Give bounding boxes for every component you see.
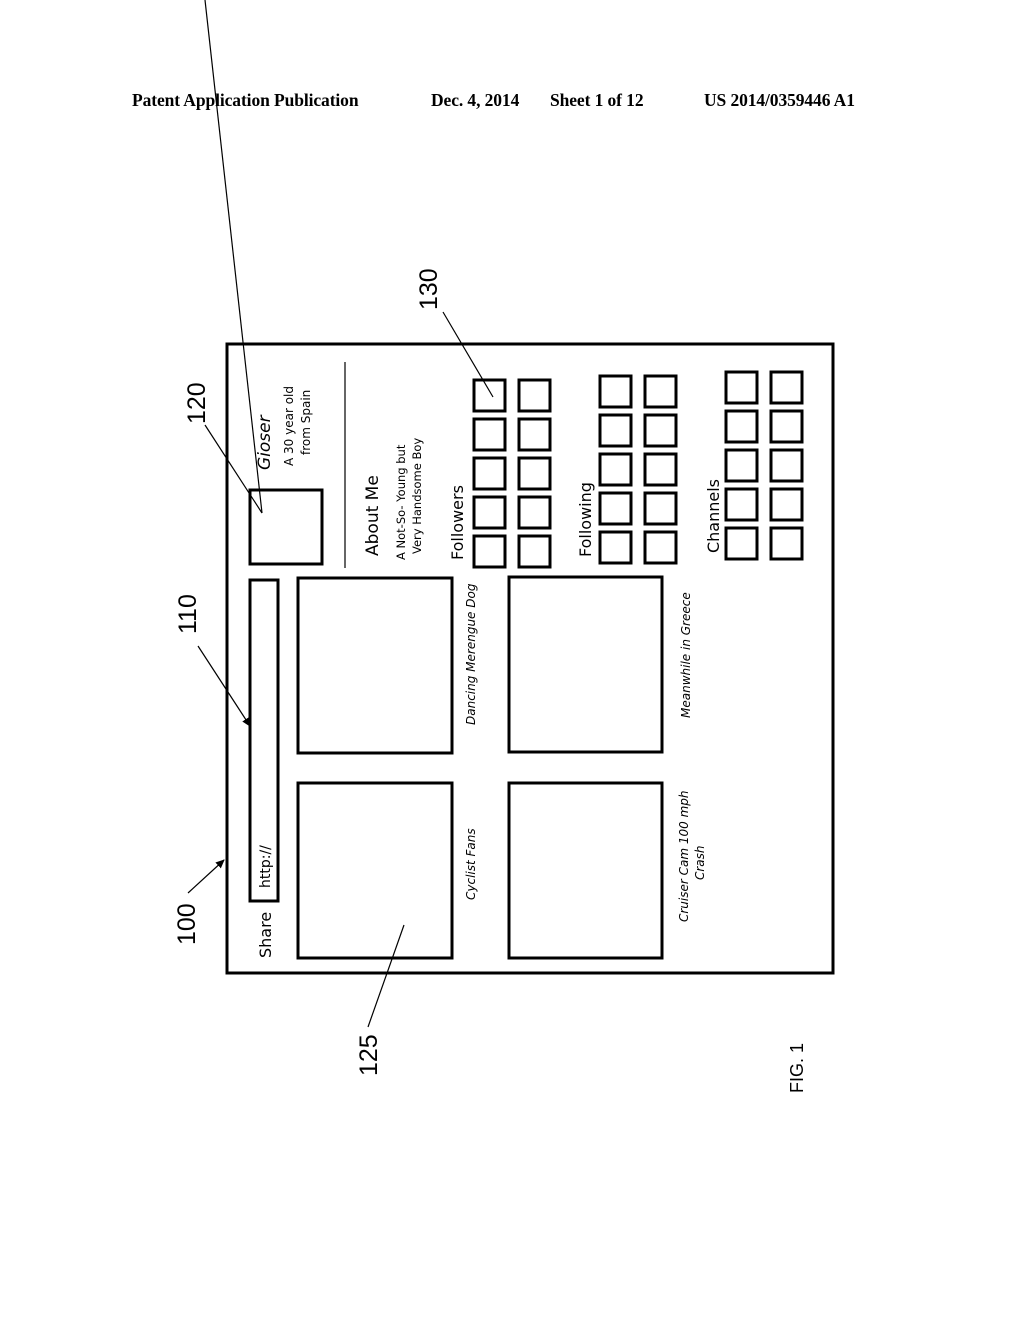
about-me-line2: Very Handsome Boy xyxy=(410,438,424,554)
following-avatar-tile[interactable] xyxy=(643,452,678,487)
ref-leader-130 xyxy=(442,311,494,398)
figure-label: FIG. 1 xyxy=(787,1043,807,1093)
channels-avatar-tile[interactable] xyxy=(769,487,804,522)
following-avatar-tile[interactable] xyxy=(643,530,678,565)
followers-avatar-tile[interactable] xyxy=(472,378,507,413)
section-title-followers: Followers xyxy=(448,485,467,560)
channels-avatar-tile[interactable] xyxy=(769,370,804,405)
share-label: Share xyxy=(256,912,275,958)
channels-avatar-tile[interactable] xyxy=(769,526,804,561)
ref-leader-120 xyxy=(204,0,263,514)
video-title-cyclist-fans[interactable]: Cyclist Fans xyxy=(464,828,478,900)
followers-avatar-tile[interactable] xyxy=(472,417,507,452)
ref-numeral-110: 110 xyxy=(174,594,202,634)
channels-avatar-tile[interactable] xyxy=(724,370,759,405)
screen-frame xyxy=(225,342,835,975)
followers-avatar-tile[interactable] xyxy=(517,495,552,530)
about-me-line1: A Not-So- Young but xyxy=(394,444,408,560)
followers-avatar-tile[interactable] xyxy=(517,417,552,452)
ref-numeral-125: 125 xyxy=(355,1034,383,1076)
profile-bio-line2: from Spain xyxy=(299,390,313,455)
video-tile-dancing-merengue-dog[interactable] xyxy=(296,576,454,755)
ref-leader-125 xyxy=(367,924,405,1028)
section-title-channels: Channels xyxy=(704,479,723,553)
ref-leader-110 xyxy=(197,645,251,727)
following-avatar-tile[interactable] xyxy=(598,374,633,409)
patent-figure: Gioser A 30 year old from Spain About Me… xyxy=(173,0,835,1093)
video-tile-meanwhile-in-greece[interactable] xyxy=(507,575,664,754)
following-avatar-tile[interactable] xyxy=(643,491,678,526)
section-title-following: Following xyxy=(576,482,595,557)
following-avatar-tile[interactable] xyxy=(643,413,678,448)
followers-avatar-tile[interactable] xyxy=(472,456,507,491)
profile-bio-line1: A 30 year old xyxy=(282,386,296,466)
channels-avatar-tile[interactable] xyxy=(724,448,759,483)
channels-avatar-tile[interactable] xyxy=(724,409,759,444)
following-avatar-tile[interactable] xyxy=(598,530,633,565)
profile-name: Gioser xyxy=(255,414,275,470)
video-title-dancing-merengue-dog[interactable]: Dancing Merengue Dog xyxy=(464,583,478,725)
followers-avatar-tile[interactable] xyxy=(472,495,507,530)
channels-avatar-tile[interactable] xyxy=(769,409,804,444)
following-avatar-tile[interactable] xyxy=(643,374,678,409)
video-title-cruiser-cam-line2[interactable]: Crash xyxy=(693,845,707,880)
ref-numeral-130: 130 xyxy=(415,268,443,310)
video-title-meanwhile-in-greece[interactable]: Meanwhile in Greece xyxy=(679,592,693,718)
channels-avatar-tile[interactable] xyxy=(724,526,759,561)
followers-avatar-tile[interactable] xyxy=(517,534,552,569)
video-tile-cruiser-cam[interactable] xyxy=(507,781,664,960)
about-me-heading: About Me xyxy=(363,475,383,556)
following-avatar-tile[interactable] xyxy=(598,452,633,487)
share-url-value[interactable]: http:// xyxy=(258,845,274,888)
channels-avatar-tile[interactable] xyxy=(724,487,759,522)
following-avatar-tile[interactable] xyxy=(598,413,633,448)
ref-numeral-120: 120 xyxy=(183,382,211,424)
ref-numeral-100: 100 xyxy=(173,903,201,945)
following-avatar-tile[interactable] xyxy=(598,491,633,526)
followers-avatar-tile[interactable] xyxy=(472,534,507,569)
channels-avatar-tile[interactable] xyxy=(769,448,804,483)
video-tile-cyclist-fans[interactable] xyxy=(296,781,454,960)
followers-avatar-tile[interactable] xyxy=(517,456,552,491)
video-title-cruiser-cam-line1[interactable]: Cruiser Cam 100 mph xyxy=(677,790,691,922)
followers-avatar-tile[interactable] xyxy=(517,378,552,413)
ref-leader-100 xyxy=(187,859,225,894)
